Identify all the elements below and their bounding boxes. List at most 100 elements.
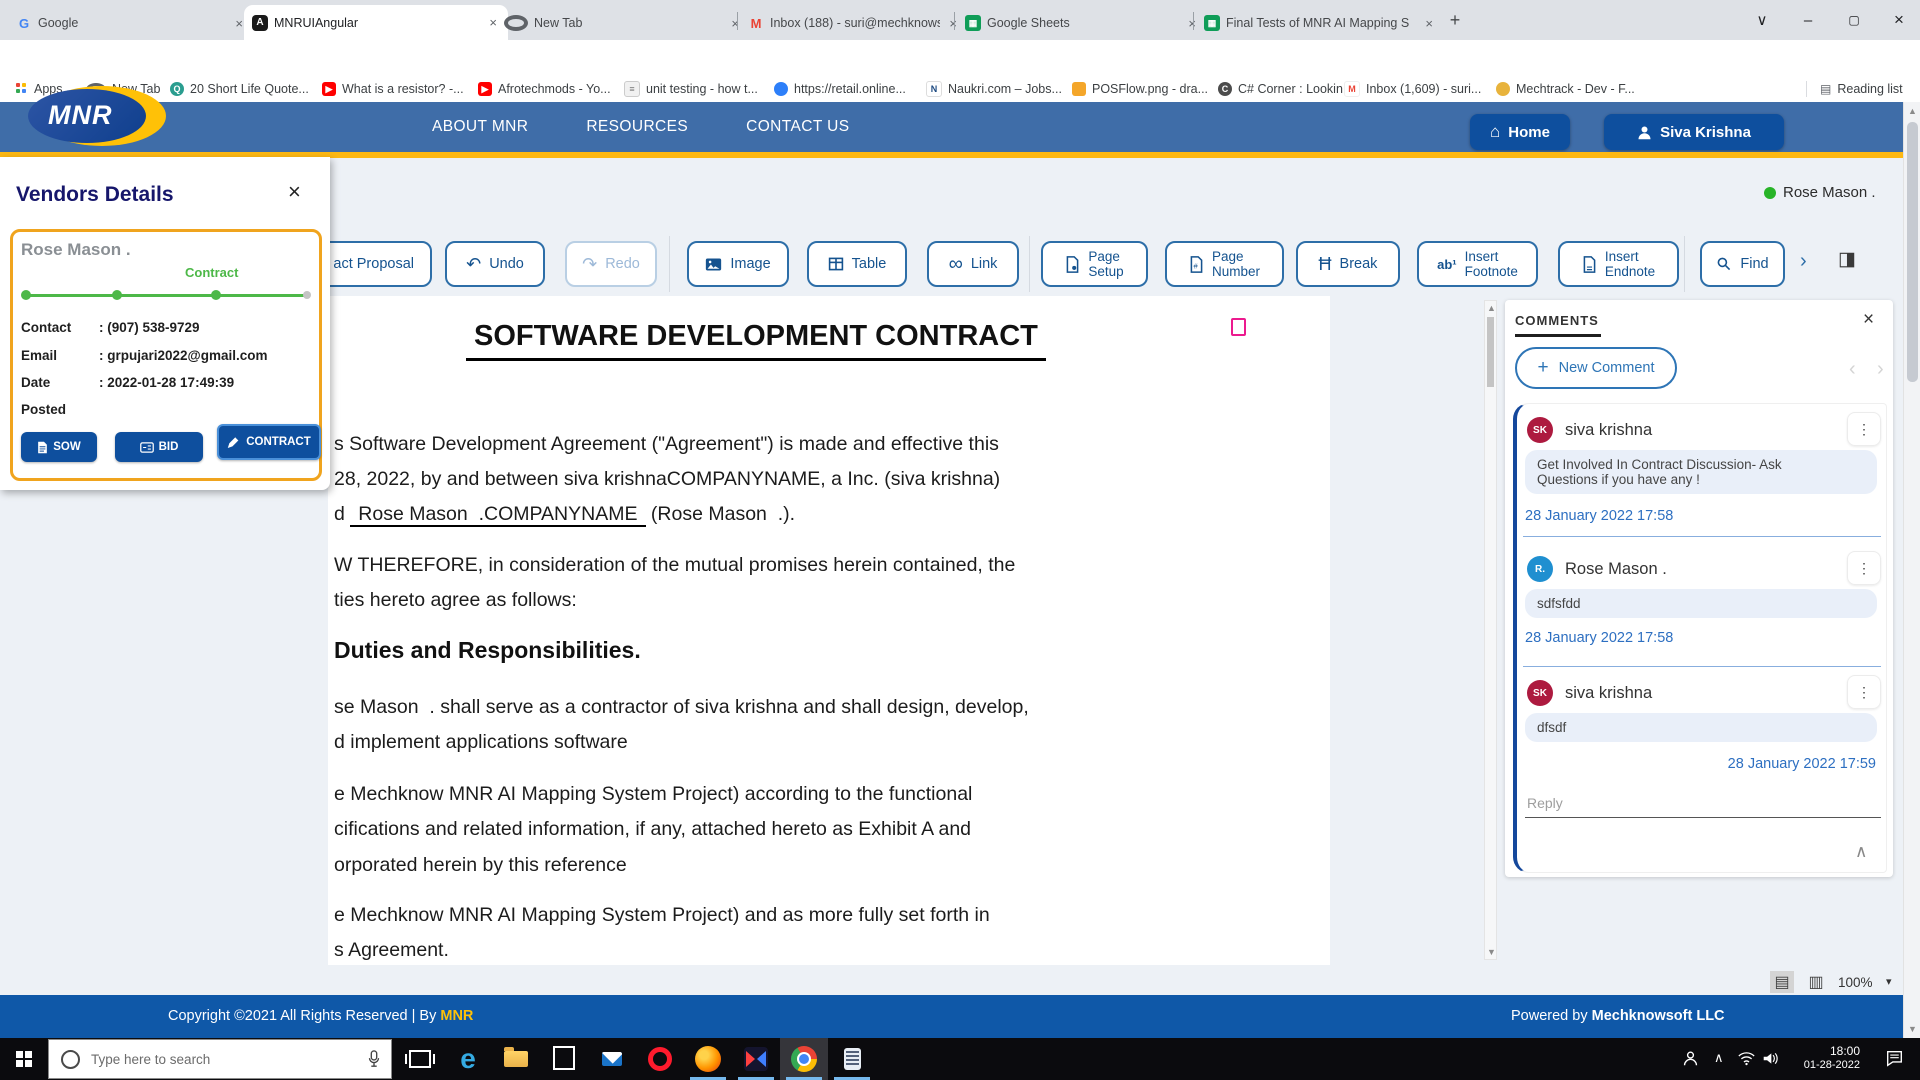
action-center-icon[interactable] bbox=[1886, 1050, 1903, 1072]
tab-gmail-inbox[interactable]: M Inbox (188) - suri@mechknowsof × bbox=[740, 6, 968, 40]
tab-google[interactable]: G Google × bbox=[8, 6, 254, 40]
document-scrollbar[interactable]: ▲ ▼ bbox=[1484, 300, 1497, 960]
user-profile-button[interactable]: Siva Krishna bbox=[1604, 114, 1784, 150]
bookmark-resistor-video[interactable]: ▶ What is a resistor? -... bbox=[322, 80, 464, 98]
reading-list-button[interactable]: ▤ Reading list bbox=[1820, 80, 1903, 98]
collapse-chevron-up-icon[interactable]: ∧ bbox=[1855, 842, 1867, 862]
bookmark-naukri[interactable]: N Naukri.com – Jobs... bbox=[926, 80, 1062, 98]
comments-close-icon[interactable]: × bbox=[1863, 309, 1874, 331]
tray-people-icon[interactable] bbox=[1682, 1050, 1699, 1072]
print-layout-view-icon[interactable]: ▤ bbox=[1770, 971, 1794, 993]
window-close-icon[interactable]: × bbox=[1878, 0, 1920, 40]
footer-mnr-link[interactable]: MNR bbox=[440, 1008, 473, 1024]
tray-clock[interactable]: 18:00 01-28-2022 bbox=[1788, 1044, 1860, 1072]
window-minimize-icon[interactable]: – bbox=[1786, 0, 1830, 40]
start-button[interactable] bbox=[0, 1038, 48, 1080]
taskbar-premiere[interactable] bbox=[732, 1038, 780, 1080]
taskbar-chrome-active[interactable] bbox=[780, 1038, 828, 1080]
break-button[interactable]: Ħ Break bbox=[1296, 241, 1400, 287]
doc-line: orporated herein by this reference bbox=[334, 854, 627, 877]
taskbar-calculator[interactable] bbox=[828, 1038, 876, 1080]
zoom-level-label[interactable]: 100% bbox=[1838, 975, 1873, 990]
scroll-down-icon[interactable]: ▼ bbox=[1908, 1024, 1917, 1034]
bookmark-afrotechmods[interactable]: ▶ Afrotechmods - Yo... bbox=[478, 80, 611, 98]
taskbar-search-input[interactable] bbox=[89, 1051, 367, 1068]
new-comment-button[interactable]: + New Comment bbox=[1515, 347, 1677, 389]
scroll-down-icon[interactable]: ▼ bbox=[1487, 947, 1496, 957]
taskbar-opera[interactable] bbox=[636, 1038, 684, 1080]
bookmark-quotes[interactable]: Q 20 Short Life Quote... bbox=[170, 80, 309, 98]
comment-menu-kebab-icon[interactable]: ⋮ bbox=[1847, 675, 1881, 709]
contract-button[interactable]: CONTRACT bbox=[217, 424, 321, 460]
bid-button[interactable]: BID bbox=[115, 432, 203, 462]
tab-final-tests[interactable]: ▦ Final Tests of MNR AI Mapping S × bbox=[1196, 6, 1444, 40]
progress-dot bbox=[211, 290, 221, 300]
comment-divider bbox=[1523, 536, 1881, 537]
reply-input[interactable] bbox=[1525, 789, 1881, 818]
find-button[interactable]: Find bbox=[1700, 241, 1785, 287]
taskbar-firefox[interactable] bbox=[684, 1038, 732, 1080]
footnote-icon: ab¹ bbox=[1437, 257, 1457, 272]
windows-start-icon bbox=[16, 1051, 32, 1067]
document-scrollbar-thumb[interactable] bbox=[1487, 317, 1494, 387]
vendors-close-icon[interactable]: × bbox=[288, 179, 301, 205]
scroll-up-icon[interactable]: ▲ bbox=[1908, 106, 1917, 116]
bookmark-unit-testing[interactable]: ≡ unit testing - how t... bbox=[624, 80, 758, 98]
redo-button[interactable]: ↷ Redo bbox=[565, 241, 657, 287]
undo-button[interactable]: ↶ Undo bbox=[445, 241, 545, 287]
side-panel-toggle-icon[interactable]: ◨ bbox=[1838, 248, 1856, 271]
bookmark-mechtrack[interactable]: Mechtrack - Dev - F... bbox=[1496, 80, 1635, 98]
comments-prev-icon[interactable]: ‹ bbox=[1849, 358, 1856, 381]
page-setup-button[interactable]: PageSetup bbox=[1041, 241, 1148, 287]
insert-image-button[interactable]: Image bbox=[687, 241, 789, 287]
tab-search-chevron-icon[interactable]: ∨ bbox=[1742, 0, 1782, 40]
toolbar-overflow-chevron-icon[interactable]: › bbox=[1800, 250, 1807, 273]
zoom-caret-icon[interactable]: ▾ bbox=[1886, 975, 1892, 988]
sow-doc-icon bbox=[37, 441, 48, 454]
insert-table-button[interactable]: Table bbox=[807, 241, 907, 287]
new-tab-button[interactable]: + bbox=[1440, 0, 1470, 40]
home-button[interactable]: ⌂ Home bbox=[1470, 114, 1570, 150]
microphone-icon[interactable] bbox=[367, 1050, 381, 1068]
bookmark-posflow[interactable]: POSFlow.png - dra... bbox=[1072, 80, 1208, 98]
insert-endnote-button[interactable]: InsertEndnote bbox=[1558, 241, 1679, 287]
task-view-button[interactable] bbox=[396, 1038, 444, 1080]
taskbar-edge[interactable]: e bbox=[444, 1038, 492, 1080]
browser-scrollbar-thumb[interactable] bbox=[1907, 122, 1918, 382]
nav-about-mnr[interactable]: ABOUT MNR bbox=[432, 118, 528, 136]
comments-next-icon[interactable]: › bbox=[1877, 358, 1884, 381]
bookmark-csharp-corner[interactable]: C C# Corner : Lookin... bbox=[1218, 80, 1353, 98]
taskbar-search-box[interactable] bbox=[48, 1039, 392, 1079]
document-page[interactable]: SOFTWARE DEVELOPMENT CONTRACT s Software… bbox=[328, 296, 1330, 965]
firefox-icon bbox=[695, 1046, 721, 1072]
tray-volume-icon[interactable] bbox=[1762, 1051, 1779, 1071]
comment-anchor-marker[interactable] bbox=[1231, 318, 1246, 336]
tray-wifi-icon[interactable] bbox=[1738, 1051, 1755, 1071]
tray-show-hidden-icon[interactable]: ∧ bbox=[1714, 1050, 1724, 1066]
comment-menu-kebab-icon[interactable]: ⋮ bbox=[1847, 551, 1881, 585]
nav-resources[interactable]: RESOURCES bbox=[586, 118, 688, 136]
tab-google-sheets[interactable]: ▦ Google Sheets × bbox=[957, 6, 1207, 40]
tab-close-icon[interactable]: × bbox=[1422, 16, 1436, 31]
footer-mechknowsoft-link[interactable]: Mechknowsoft LLC bbox=[1592, 1008, 1725, 1024]
mnr-logo[interactable]: MNR bbox=[28, 84, 168, 150]
doc-underlined-company: Rose Mason .COMPANYNAME bbox=[350, 503, 645, 527]
bookmark-retail-online[interactable]: https://retail.online... bbox=[774, 80, 906, 98]
page-number-button[interactable]: # PageNumber bbox=[1165, 241, 1284, 287]
web-layout-view-icon[interactable]: ▥ bbox=[1804, 971, 1828, 993]
browser-scrollbar[interactable]: ▲ ▼ bbox=[1903, 102, 1920, 1038]
tab-mnruiangular[interactable]: A MNRUIAngular × bbox=[244, 5, 508, 40]
sow-button[interactable]: SOW bbox=[21, 432, 97, 462]
insert-link-button[interactable]: ∞ Link bbox=[927, 241, 1019, 287]
taskbar-store[interactable] bbox=[540, 1038, 588, 1080]
scroll-up-icon[interactable]: ▲ bbox=[1487, 303, 1496, 313]
comment-menu-kebab-icon[interactable]: ⋮ bbox=[1847, 412, 1881, 446]
nav-contact-us[interactable]: CONTACT US bbox=[746, 118, 849, 136]
window-restore-icon[interactable]: ▢ bbox=[1832, 0, 1876, 40]
tab-new-tab[interactable]: New Tab × bbox=[496, 6, 750, 40]
bookmark-inbox[interactable]: M Inbox (1,609) - suri... bbox=[1344, 80, 1481, 98]
insert-footnote-button[interactable]: ab¹ InsertFootnote bbox=[1417, 241, 1538, 287]
taskbar-file-explorer[interactable] bbox=[492, 1038, 540, 1080]
avatar: SK bbox=[1527, 417, 1553, 443]
taskbar-mail[interactable] bbox=[588, 1038, 636, 1080]
